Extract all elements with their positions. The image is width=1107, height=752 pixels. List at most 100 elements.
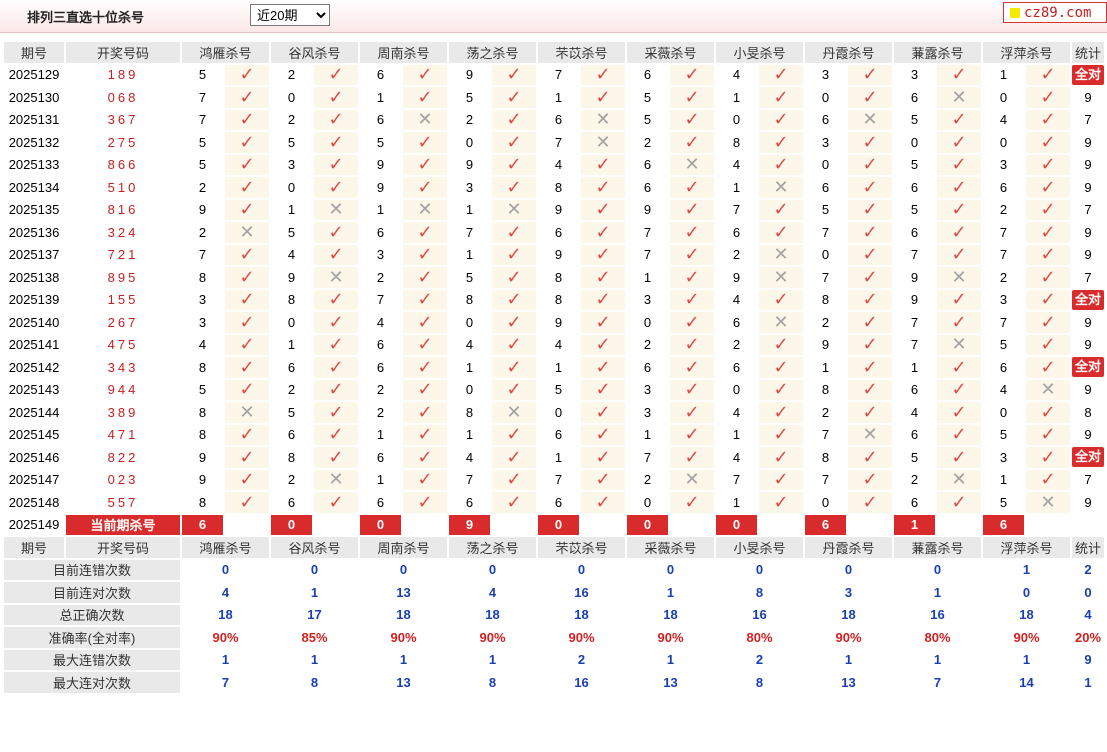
period-cell: 2025147 [4, 469, 64, 490]
check-icon: ✓ [1040, 402, 1056, 422]
draw-number-cell: 475 [107, 337, 139, 353]
draw-number-cell: 343 [107, 359, 139, 375]
current-kill-blank [225, 514, 269, 535]
result-cell: ✓ [225, 64, 269, 85]
result-cell: ✓ [937, 109, 981, 130]
result-cell: ✓ [403, 244, 447, 265]
site-logo[interactable]: cz89.com [1003, 2, 1107, 23]
result-cell: ✓ [848, 154, 892, 175]
kill-number-cell: 8 [449, 289, 490, 310]
check-icon: ✓ [417, 132, 433, 152]
result-cell: ✓ [581, 357, 625, 378]
kill-number-cell: 2 [627, 132, 668, 153]
result-cell: ✓ [225, 267, 269, 288]
kill-number-cell: 8 [805, 379, 846, 400]
check-icon: ✓ [773, 64, 789, 85]
stats-value: 0 [538, 559, 625, 580]
check-icon: ✓ [328, 222, 344, 242]
stats-value: 8 [716, 582, 803, 603]
kill-number-cell: 7 [449, 222, 490, 243]
header-expert-2: 周南杀号 [360, 42, 447, 63]
stats-value: 18 [449, 604, 536, 625]
result-cell: ✓ [670, 379, 714, 400]
check-icon: ✓ [862, 312, 878, 332]
result-cell: ✓ [759, 424, 803, 445]
kill-number-cell: 6 [271, 492, 312, 513]
kill-number-cell: 6 [449, 492, 490, 513]
result-cell: ✓ [581, 424, 625, 445]
result-cell: ✓ [848, 64, 892, 85]
kill-number-cell: 6 [271, 357, 312, 378]
kill-number-cell: 0 [805, 154, 846, 175]
table-row: 2025139 155 3 ✓ 8 ✓ 7 ✓ 8 ✓ 8 ✓ 3 ✓ 4 ✓ 8 ✓ 9 ✓ 3 ✓ 全对 [4, 289, 1105, 310]
cross-icon: ✕ [239, 402, 255, 422]
kill-number-cell: 5 [894, 447, 935, 468]
stats-value: 90% [360, 627, 447, 648]
result-cell: ✓ [670, 357, 714, 378]
result-cell: ✓ [314, 447, 358, 468]
current-kill-number: 0 [360, 514, 401, 535]
stats-value: 90% [805, 627, 892, 648]
current-period-cell: 2025149 [4, 514, 64, 535]
result-cell: ✕ [581, 132, 625, 153]
kill-number-cell: 0 [449, 379, 490, 400]
stats-row: 最大连对次数 7 8 13 8 16 13 8 13 7 14 1 [4, 672, 1105, 693]
result-cell: ✓ [759, 357, 803, 378]
period-cell: 2025141 [4, 334, 64, 355]
period-range-select[interactable]: 近20期 [250, 4, 330, 26]
check-icon: ✓ [595, 222, 611, 242]
kill-number-cell: 6 [271, 424, 312, 445]
stats-value: 1 [627, 649, 714, 670]
result-cell: ✓ [670, 447, 714, 468]
draw-number-cell: 389 [107, 404, 139, 420]
stats-total: 2 [1072, 559, 1105, 580]
table-row: 2025131 367 7 ✓ 2 ✓ 6 ✕ 2 ✓ 6 ✕ 5 ✓ 0 ✓ 6 ✕ 5 ✓ 4 ✓ 7 [4, 109, 1105, 130]
result-cell: ✓ [937, 289, 981, 310]
header-expert-0: 鸿雁杀号 [182, 42, 269, 63]
check-icon: ✓ [417, 289, 433, 310]
check-icon: ✓ [773, 469, 789, 490]
kill-number-cell: 7 [805, 222, 846, 243]
period-cell: 2025137 [4, 244, 64, 265]
kill-number-cell: 1 [449, 199, 490, 220]
cross-icon: ✕ [773, 312, 789, 332]
kill-number-cell: 9 [182, 469, 223, 490]
result-cell: ✓ [225, 469, 269, 490]
kill-number-cell: 2 [271, 379, 312, 400]
period-cell: 2025136 [4, 222, 64, 243]
header-expert-3: 荡之杀号 [449, 42, 536, 63]
period-cell: 2025146 [4, 447, 64, 468]
check-icon: ✓ [684, 222, 700, 242]
check-icon: ✓ [328, 289, 344, 310]
result-cell: ✓ [581, 154, 625, 175]
check-icon: ✓ [595, 402, 611, 422]
result-cell: ✓ [937, 132, 981, 153]
check-icon: ✓ [417, 469, 433, 490]
result-cell: ✓ [225, 109, 269, 130]
result-cell: ✓ [937, 64, 981, 85]
kill-number-cell: 7 [627, 222, 668, 243]
stats-label: 目前连错次数 [4, 559, 180, 580]
current-kill-blank [759, 514, 803, 535]
kill-number-cell: 1 [538, 447, 579, 468]
kill-number-cell: 9 [182, 447, 223, 468]
period-cell: 2025140 [4, 312, 64, 333]
kill-number-cell: 1 [538, 87, 579, 108]
result-cell: ✓ [314, 64, 358, 85]
table-row: 2025129 189 5 ✓ 2 ✓ 6 ✓ 9 ✓ 7 ✓ 6 ✓ 4 ✓ 3 ✓ 3 ✓ 1 ✓ 全对 [4, 64, 1105, 85]
result-cell: ✓ [581, 267, 625, 288]
draw-number-cell: 816 [107, 202, 139, 218]
check-icon: ✓ [684, 267, 700, 287]
check-icon: ✓ [1040, 64, 1056, 85]
kill-number-cell: 9 [538, 244, 579, 265]
kill-number-cell: 4 [716, 154, 757, 175]
check-icon: ✓ [773, 424, 789, 445]
kill-number-cell: 0 [538, 402, 579, 423]
result-cell: ✓ [848, 469, 892, 490]
logo-text: cz89.com [1024, 4, 1092, 21]
result-cell: ✓ [314, 154, 358, 175]
header-expert-8: 蒹露杀号 [894, 537, 981, 558]
stats-value: 90% [538, 627, 625, 648]
check-icon: ✓ [1040, 177, 1056, 197]
check-icon: ✓ [506, 469, 522, 490]
